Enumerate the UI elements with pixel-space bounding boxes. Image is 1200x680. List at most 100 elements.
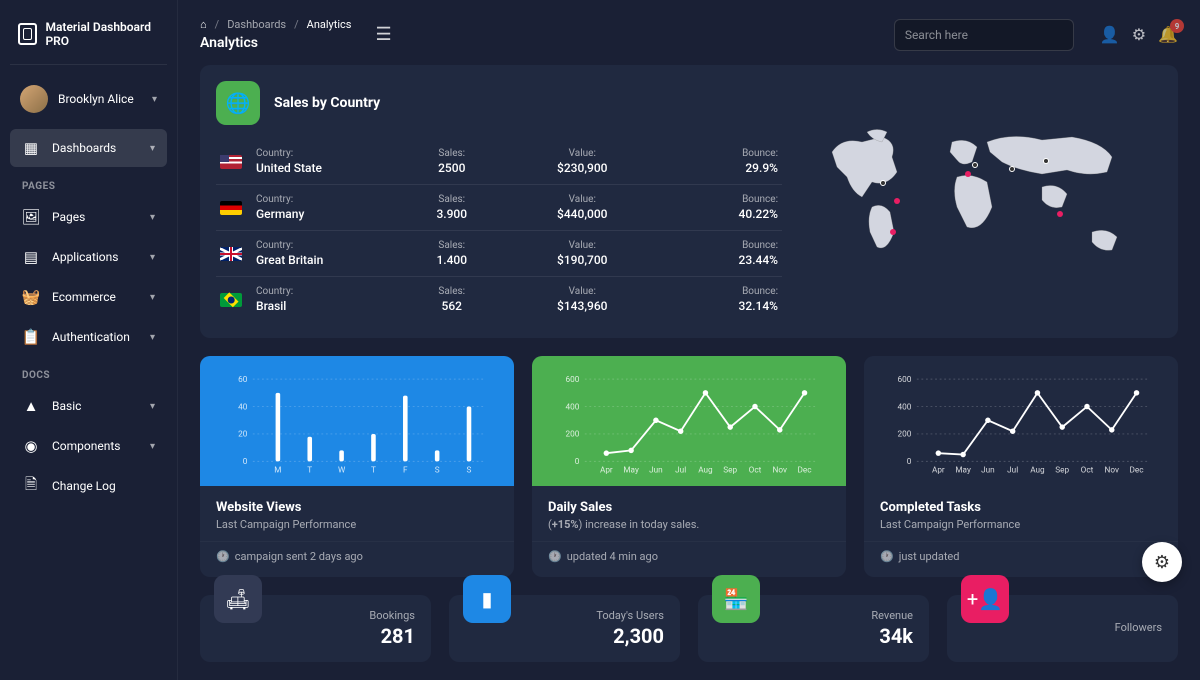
image-icon: 🖼 [22,208,40,226]
svg-text:200: 200 [565,430,579,440]
country-table: Country:United State Sales:2500 Value:$2… [216,139,782,322]
menu-toggle-icon[interactable]: ☰ [375,24,391,45]
brand-logo[interactable]: Material Dashboard PRO [10,16,167,65]
svg-text:Dec: Dec [1130,465,1145,475]
search-input[interactable] [894,19,1074,51]
nav-dashboards[interactable]: ▦ Dashboards ▾ [10,129,167,167]
chevron-down-icon: ▾ [150,252,155,263]
sales-by-country-card: 🌐 Sales by Country Country:United State … [200,65,1178,338]
svg-text:400: 400 [565,402,579,412]
store-icon: 🏪 [712,575,760,623]
sales-title: Sales by Country [274,95,380,111]
chevron-down-icon: ▾ [150,441,155,452]
chart-footer: 🕐updated 4 min ago [532,541,846,577]
person-plus-icon: +👤 [961,575,1009,623]
svg-text:400: 400 [897,402,911,412]
svg-text:Oct: Oct [749,465,762,475]
couch-icon: 🛋 [214,575,262,623]
brand-text: Material Dashboard PRO [45,20,159,48]
chevron-down-icon: ▾ [150,212,155,223]
nav-pages[interactable]: 🖼 Pages ▾ [10,198,167,236]
settings-fab[interactable]: ⚙ [1142,542,1182,582]
chart-card: 0200400600AprMayJunJulAugSepOctNovDec Co… [864,356,1178,577]
bar-icon: ▮ [463,575,511,623]
chart-subtitle: (+15%) increase in today sales. [548,518,830,531]
nav-authentication[interactable]: 📋 Authentication ▾ [10,318,167,356]
svg-text:60: 60 [238,375,248,385]
stat-label: Followers [1115,621,1162,634]
stat-card: +👤 Followers [947,595,1178,662]
chart-subtitle: Last Campaign Performance [216,518,498,531]
stat-card: ▮ Today's Users 2,300 [449,595,680,662]
table-row: Country:Great Britain Sales:1.400 Value:… [216,231,782,277]
svg-text:S: S [435,465,440,475]
svg-text:Nov: Nov [1105,465,1119,475]
svg-text:Jul: Jul [1007,465,1018,475]
svg-text:200: 200 [897,430,911,440]
chart-footer: 🕐campaign sent 2 days ago [200,541,514,577]
svg-text:40: 40 [238,402,248,412]
clock-icon: 🕐 [548,550,562,563]
section-pages: PAGES [10,169,167,198]
page-title: Analytics [200,35,351,51]
svg-text:Nov: Nov [773,465,787,475]
apps-icon: ▤ [22,248,40,266]
svg-text:Oct: Oct [1081,465,1094,475]
svg-text:20: 20 [238,430,248,440]
stat-value: 34k [871,624,913,648]
avatar [20,85,48,113]
settings-icon[interactable]: ⚙ [1132,25,1146,44]
nav-applications[interactable]: ▤ Applications ▾ [10,238,167,276]
table-row: Country:Brasil Sales:562 Value:$143,960 … [216,277,782,322]
svg-text:S: S [467,465,472,475]
svg-text:600: 600 [565,375,579,385]
account-icon[interactable]: 👤 [1100,25,1120,44]
chart-canvas: 0200400600AprMayJunJulAugSepOctNovDec [864,356,1178,486]
svg-text:600: 600 [897,375,911,385]
stat-value: 2,300 [596,624,664,648]
user-name: Brooklyn Alice [58,92,142,106]
nav-components[interactable]: ◉ Components ▾ [10,427,167,465]
svg-text:Sep: Sep [1055,465,1069,475]
chart-card: 0200400600AprMayJunJulAugSepOctNovDec Da… [532,356,846,577]
svg-text:Sep: Sep [723,465,737,475]
breadcrumb: ⌂ / Dashboards / Analytics [200,18,351,31]
nav-ecommerce[interactable]: 🧺 Ecommerce ▾ [10,278,167,316]
svg-text:0: 0 [907,457,912,467]
svg-text:0: 0 [575,457,580,467]
notifications-icon[interactable]: 🔔9 [1158,25,1178,44]
nav-basic[interactable]: ▲ Basic ▾ [10,387,167,425]
svg-text:F: F [403,465,408,475]
home-icon[interactable]: ⌂ [200,18,207,31]
world-map[interactable] [802,81,1162,322]
stat-label: Today's Users [596,609,664,622]
stat-card: 🛋 Bookings 281 [200,595,431,662]
svg-text:Jun: Jun [649,465,663,475]
chart-subtitle: Last Campaign Performance [880,518,1162,531]
section-docs: DOCS [10,358,167,387]
logo-icon [18,23,37,45]
nav-changelog[interactable]: 🗎 Change Log [10,467,167,505]
table-row: Country:United State Sales:2500 Value:$2… [216,139,782,185]
chevron-down-icon: ▾ [152,94,157,105]
chevron-down-icon: ▾ [150,292,155,303]
flag-icon [220,247,242,261]
flag-icon [220,155,242,169]
user-profile[interactable]: Brooklyn Alice ▾ [10,77,167,121]
crumb-dashboards[interactable]: Dashboards [227,18,286,31]
svg-text:May: May [955,465,971,475]
stat-card: 🏪 Revenue 34k [698,595,929,662]
chart-title: Website Views [216,500,498,515]
svg-text:Jun: Jun [981,465,995,475]
chart-title: Completed Tasks [880,500,1162,515]
chart-canvas: 0204060MTWTFSS [200,356,514,486]
stat-value: 281 [369,624,415,648]
globe-icon: 🌐 [216,81,260,125]
svg-text:May: May [623,465,639,475]
main-content: ⌂ / Dashboards / Analytics Analytics ☰ 👤… [178,0,1200,680]
basket-icon: 🧺 [22,288,40,306]
svg-text:T: T [371,465,376,475]
stat-label: Bookings [369,609,415,622]
topbar: ⌂ / Dashboards / Analytics Analytics ☰ 👤… [200,18,1178,51]
document-icon: 🗎 [22,477,40,495]
